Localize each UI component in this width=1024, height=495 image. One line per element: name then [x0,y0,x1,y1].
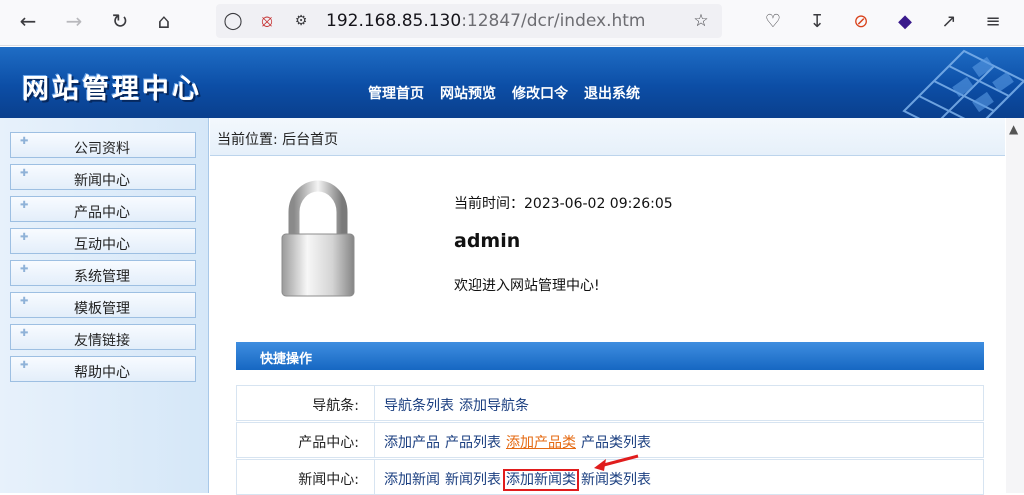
padlock-icon [281,180,355,297]
link-navbar-list[interactable]: 导航条列表 [384,398,454,414]
sidebar-item-label: 友情链接 [74,333,130,349]
sidebar-item-label: 系统管理 [74,269,130,285]
sidebar-item-system[interactable]: ✚ 系统管理 [10,260,196,286]
reload-icon[interactable]: ↻ [104,7,136,35]
quick-row-label-cell: 导航条: [237,386,375,420]
forward-arrow-icon[interactable]: → [58,7,90,35]
username: admin [454,230,521,252]
url-host: 192.168.85.130 [326,11,462,31]
sidebar-item-label: 帮助中心 [74,365,130,381]
permissions-icon[interactable]: ⚙ [290,10,312,32]
sidebar-item-label: 模板管理 [74,301,130,317]
sidebar: ✚ 公司资料 ✚ 新闻中心 ✚ 产品中心 ✚ 互动中心 ✚ 系统管理 ✚ 模板管理 ✚ 友情链… [0,118,209,493]
nav-admin-home[interactable]: 管理首页 [368,83,424,103]
browser-toolbar: ← → ↻ ⌂ ◯ ⦻ ⚙ 192.168.85.130:12847/dcr/i… [0,0,1024,46]
sidebar-item-label: 互动中心 [74,237,130,253]
keyboard-decoration [902,49,1024,118]
quick-row-links: 导航条列表 添加导航条 [384,395,534,415]
scrollbar[interactable]: ▲ [1006,118,1024,493]
quick-actions-title: 快捷操作 [260,352,313,367]
quick-row-label: 新闻中心: [298,472,359,488]
plus-icon: ✚ [20,328,29,339]
quick-actions-header: 快捷操作 [236,342,984,370]
extension-diamond-icon[interactable]: ◆ [892,8,918,34]
top-nav: 管理首页 网站预览 修改口令 退出系统 [368,83,640,103]
blocked-extension-icon[interactable]: ⊘ [848,8,874,34]
share-icon[interactable]: ↗ [936,8,962,34]
current-time: 当前时间：2023-06-02 09:26:05 [454,196,673,212]
link-add-navbar[interactable]: 添加导航条 [459,398,529,414]
quick-row-label-cell: 产品中心: [237,423,375,457]
plus-icon: ✚ [20,136,29,147]
url-text[interactable]: 192.168.85.130:12847/dcr/index.htm [326,11,646,31]
breadcrumb-text: 当前位置: 后台首页 [217,132,339,148]
sidebar-item-templates[interactable]: ✚ 模板管理 [10,292,196,318]
back-arrow-icon[interactable]: ← [12,7,44,35]
breadcrumb: 当前位置: 后台首页 [210,118,1005,156]
nav-logout[interactable]: 退出系统 [584,83,640,103]
plus-icon: ✚ [20,200,29,211]
site-header: 网站管理中心 管理首页 网站预览 修改口令 退出系统 [0,47,1024,118]
plus-icon: ✚ [20,296,29,307]
sidebar-item-label: 产品中心 [74,205,130,221]
sidebar-item-products[interactable]: ✚ 产品中心 [10,196,196,222]
nav-change-password[interactable]: 修改口令 [512,83,568,103]
nav-site-preview[interactable]: 网站预览 [440,83,496,103]
plus-icon: ✚ [20,360,29,371]
shield-icon[interactable]: ◯ [222,10,244,32]
sidebar-item-news[interactable]: ✚ 新闻中心 [10,164,196,190]
link-add-product[interactable]: 添加产品 [384,435,440,451]
sidebar-item-label: 新闻中心 [74,173,130,189]
download-icon[interactable]: ↧ [804,8,830,34]
scroll-up-arrow-icon[interactable]: ▲ [1009,122,1018,136]
plus-icon: ✚ [20,168,29,179]
link-add-product-category[interactable]: 添加产品类 [506,435,576,451]
quick-row-navbar: 导航条: 导航条列表 添加导航条 [236,385,984,421]
plus-icon: ✚ [20,264,29,275]
sidebar-item-help[interactable]: ✚ 帮助中心 [10,356,196,382]
link-product-category-list[interactable]: 产品类列表 [581,435,651,451]
link-add-news-category[interactable]: 添加新闻类 [503,469,579,491]
main-content: 当前位置: 后台首页 当前时间：2023-06-02 09:26:05 admi… [210,118,1005,495]
address-bar[interactable]: ◯ ⦻ ⚙ 192.168.85.130:12847/dcr/index.htm… [216,4,722,38]
pocket-icon[interactable]: ♡ [760,8,786,34]
quick-row-label: 导航条: [312,398,359,414]
home-icon[interactable]: ⌂ [148,7,180,35]
sidebar-item-company[interactable]: ✚ 公司资料 [10,132,196,158]
url-path: :12847/dcr/index.htm [461,11,646,31]
welcome-message: 欢迎进入网站管理中心! [454,278,600,294]
sidebar-item-label: 公司资料 [74,141,130,157]
quick-row-label: 产品中心: [298,435,359,451]
plus-icon: ✚ [20,232,29,243]
sidebar-item-links[interactable]: ✚ 友情链接 [10,324,196,350]
quick-row-links: 添加产品 产品列表 添加产品类 产品类列表 [384,432,656,452]
insecure-lock-icon[interactable]: ⦻ [256,10,278,32]
bookmark-star-icon[interactable]: ☆ [690,10,712,32]
sidebar-item-interaction[interactable]: ✚ 互动中心 [10,228,196,254]
red-arrow-annotation [594,454,639,471]
site-logo: 网站管理中心 [22,74,202,105]
link-add-news[interactable]: 添加新闻 [384,472,440,488]
link-product-list[interactable]: 产品列表 [445,435,501,451]
quick-row-label-cell: 新闻中心: [237,460,375,494]
menu-icon[interactable]: ≡ [980,8,1006,34]
link-news-list[interactable]: 新闻列表 [445,472,501,488]
